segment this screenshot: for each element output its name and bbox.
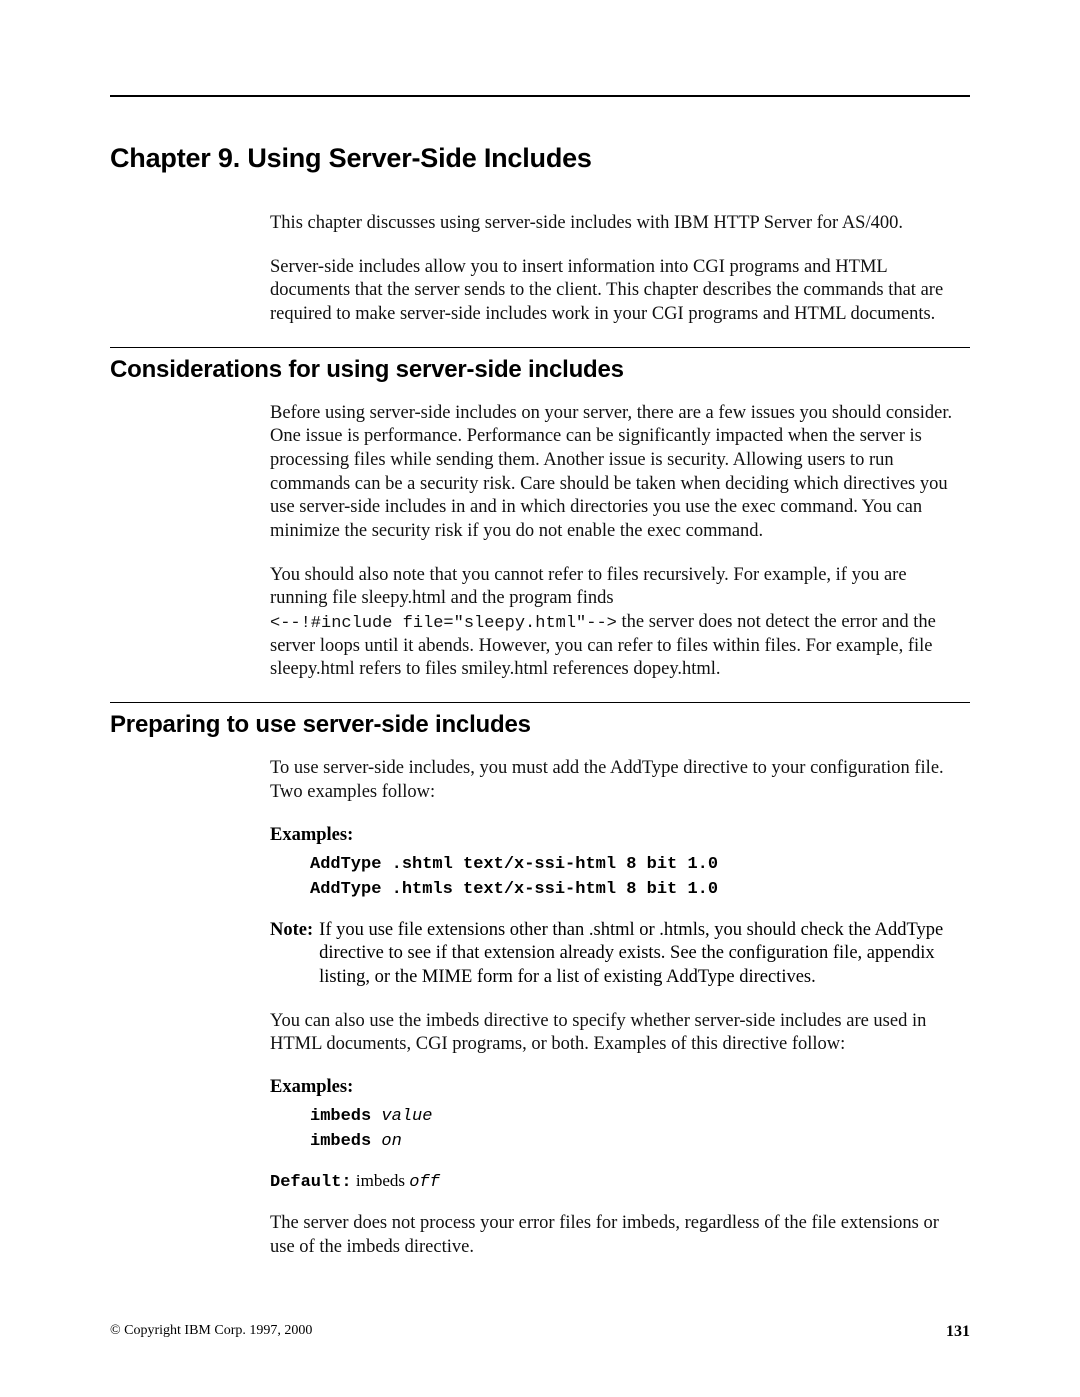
- code2-l2-b: imbeds: [310, 1132, 371, 1151]
- examples-label-1: Examples:: [270, 825, 955, 846]
- section2-body: To use server-side includes, you must ad…: [270, 757, 955, 1259]
- chapter-title: Chapter 9. Using Server-Side Includes: [110, 143, 970, 174]
- code1-line1: AddType .shtml text/x-ssi-html 8 bit 1.0: [310, 855, 718, 874]
- copyright-text: © Copyright IBM Corp. 1997, 2000: [110, 1323, 312, 1341]
- examples-label-2: Examples:: [270, 1077, 955, 1098]
- intro-paragraph-1: This chapter discusses using server-side…: [270, 212, 955, 236]
- s1p2-pre: You should also note that you cannot ref…: [270, 565, 907, 609]
- s1p2-code: <--!#include file="sleepy.html"-->: [270, 614, 617, 633]
- default-line: Default: imbeds off: [270, 1171, 955, 1192]
- note-label: Note:: [270, 919, 313, 990]
- default-ital: off: [409, 1173, 440, 1192]
- note-block: Note: If you use file extensions other t…: [270, 919, 955, 990]
- code-block-addtype: AddType .shtml text/x-ssi-html 8 bit 1.0…: [310, 852, 955, 903]
- section1-paragraph-2: You should also note that you cannot ref…: [270, 564, 955, 682]
- section-heading-considerations: Considerations for using server-side inc…: [110, 356, 970, 384]
- page-footer: © Copyright IBM Corp. 1997, 2000 131: [110, 1323, 970, 1341]
- code2-l2-i: on: [381, 1132, 401, 1151]
- section2-paragraph-1: To use server-side includes, you must ad…: [270, 757, 955, 804]
- note-text: If you use file extensions other than .s…: [319, 919, 955, 990]
- code1-line2: AddType .htmls text/x-ssi-html 8 bit 1.0: [310, 880, 718, 899]
- section-rule-2: [110, 702, 970, 703]
- code2-l1-i: value: [381, 1107, 432, 1126]
- section2-paragraph-3: The server does not process your error f…: [270, 1212, 955, 1259]
- section1-body: Before using server-side includes on you…: [270, 402, 955, 682]
- default-label: Default:: [270, 1173, 352, 1192]
- section-heading-preparing: Preparing to use server-side includes: [110, 711, 970, 739]
- section1-paragraph-1: Before using server-side includes on you…: [270, 402, 955, 544]
- code-block-imbeds: imbeds value imbeds on: [310, 1104, 955, 1155]
- page-number: 131: [946, 1323, 970, 1341]
- default-roman: imbeds: [352, 1171, 410, 1190]
- code2-l1-b: imbeds: [310, 1107, 371, 1126]
- top-horizontal-rule: [110, 95, 970, 97]
- section2-paragraph-2: You can also use the imbeds directive to…: [270, 1010, 955, 1057]
- intro-paragraph-2: Server-side includes allow you to insert…: [270, 256, 955, 327]
- section-rule-1: [110, 347, 970, 348]
- intro-block: This chapter discusses using server-side…: [270, 212, 955, 327]
